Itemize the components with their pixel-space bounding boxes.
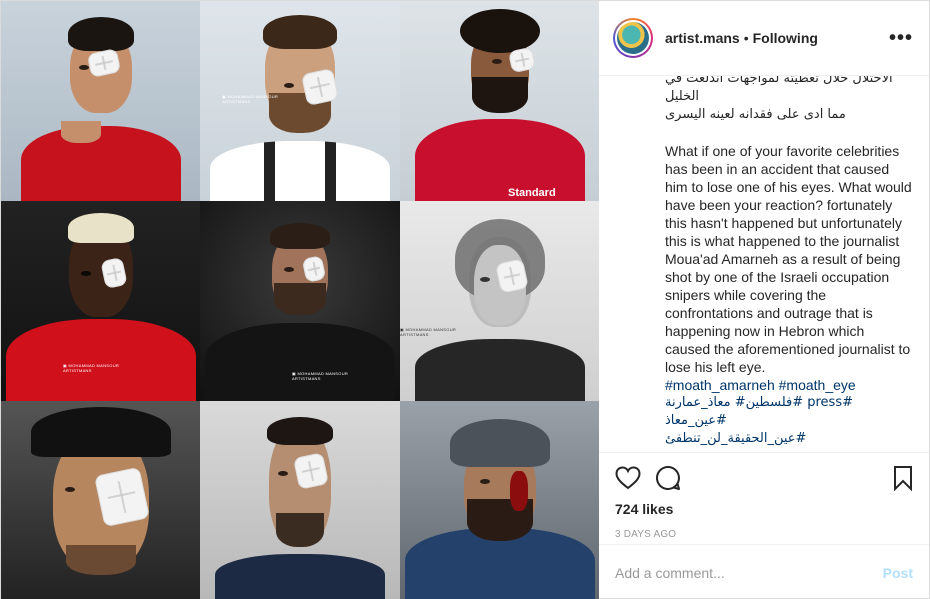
caption-english-text: What if one of your favorite celebrities… xyxy=(665,143,912,375)
watermark-text: ▣ MOHAMMAD MANSOUR ARTISTMANS xyxy=(400,327,457,337)
more-options-icon[interactable]: ••• xyxy=(889,28,913,48)
collage-tile-messi: ▣ MOHAMMAD MANSOUR ARTISTMANS xyxy=(200,1,400,201)
shirt-sponsor-text: Standard xyxy=(508,187,556,199)
following-button[interactable]: Following xyxy=(753,30,818,46)
like-heart-icon[interactable] xyxy=(615,458,655,498)
photo-collage: ▣ MOHAMMAD MANSOUR ARTISTMANS Standard ▣… xyxy=(1,1,599,599)
collage-tile-ramos: ▣ MOHAMMAD MANSOUR ARTISTMANS xyxy=(200,201,400,401)
avatar[interactable] xyxy=(613,18,653,58)
comment-bubble-icon[interactable] xyxy=(655,458,695,498)
post-header: artist.mans • Following ••• xyxy=(599,1,929,76)
post-sidebar: artist.mans • Following ••• الاحتلال خلا… xyxy=(599,1,929,599)
watermark-text: ▣ MOHAMMAD MANSOUR ARTISTMANS xyxy=(222,94,279,104)
post-timestamp[interactable]: 3 DAYS AGO xyxy=(615,529,913,540)
avatar-ring xyxy=(615,20,651,56)
separator-dot: • xyxy=(743,30,749,46)
bookmark-save-icon[interactable] xyxy=(873,458,913,498)
collage-tile-zlatan xyxy=(200,401,400,599)
collage-tile-journalist xyxy=(400,401,599,599)
hashtag-line[interactable]: #press #فلسطين# معاذ_عمارنة #عين_معاذ xyxy=(665,394,913,430)
comment-form: Post xyxy=(599,544,929,599)
caption-arabic-line: مما ادى على فقدانه لعينه اليسرى xyxy=(665,107,846,122)
instagram-post: ▣ MOHAMMAD MANSOUR ARTISTMANS Standard ▣… xyxy=(0,0,930,599)
collage-tile-modric: ▣ MOHAMMAD MANSOUR ARTISTMANS xyxy=(400,201,599,401)
watermark-text: ▣ MOHAMMAD MANSOUR ARTISTMANS xyxy=(292,371,349,381)
collage-tile-cristiano xyxy=(1,1,200,201)
comment-input[interactable] xyxy=(615,564,883,581)
caption-area[interactable]: الاحتلال خلال تغطيته لمواجهات اندلعت في … xyxy=(599,76,929,452)
collage-tile-pogba: ▣ MOHAMMAD MANSOUR ARTISTMANS xyxy=(1,201,200,401)
username-link[interactable]: artist.mans xyxy=(665,30,740,46)
hashtag-line[interactable]: #عين_الحقيقة_لن_تنطفئ xyxy=(665,430,913,448)
post-comment-button[interactable]: Post xyxy=(883,565,913,581)
likes-count[interactable]: 724 likes xyxy=(615,501,913,517)
watermark-text: ▣ MOHAMMAD MANSOUR ARTISTMANS xyxy=(63,363,120,373)
action-icons xyxy=(615,453,913,503)
hashtag-line[interactable]: #moath_amarneh #moath_eye xyxy=(665,376,913,394)
post-actions: 724 likes 3 DAYS AGO Post xyxy=(599,452,929,599)
caption-arabic-line: الاحتلال خلال تغطيته لمواجهات اندلعت في … xyxy=(665,76,893,104)
collage-tile-salah: Standard xyxy=(400,1,599,201)
post-image[interactable]: ▣ MOHAMMAD MANSOUR ARTISTMANS Standard ▣… xyxy=(1,1,599,599)
collage-tile-neymar xyxy=(1,401,200,599)
avatar-image xyxy=(617,22,649,54)
